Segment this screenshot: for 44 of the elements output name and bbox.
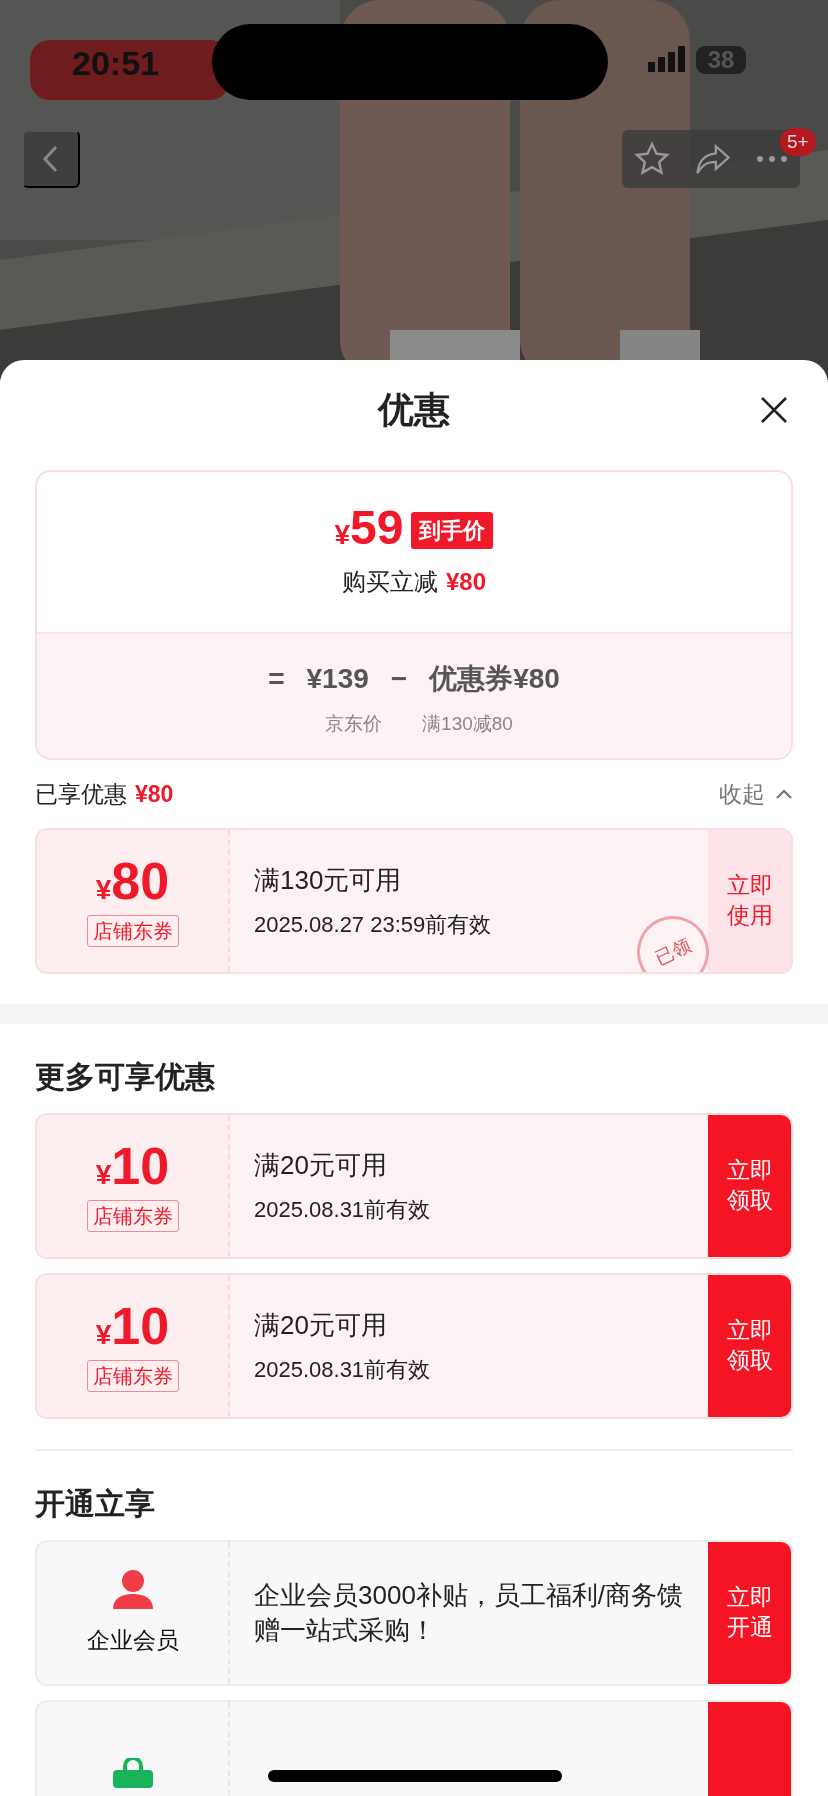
final-price: ¥59 [334,504,404,556]
discount-label: 购买立减 [341,567,438,597]
applied-value: ¥80 [135,779,174,809]
coupon-condition: 满20元可用 [254,1309,388,1342]
original-price: ¥139 [306,661,369,696]
activate-button[interactable]: 立即开通 [708,1542,791,1684]
membership-description: 企业会员3000补贴，员工福利/商务馈赠一站式采购！ [254,1578,684,1647]
signal-icon [648,46,688,72]
close-button[interactable] [760,396,788,424]
coupon-deduction: 优惠券¥80 [429,661,560,696]
status-time: 20:51 [72,43,159,84]
coupon-tag: 店铺东券 [86,915,179,947]
claim-button[interactable]: 立即领取 [708,1115,791,1257]
minus-sign: − [390,661,408,696]
coupon-condition: 满130元可用 [254,864,403,897]
coupon-amount: ¥10 [95,1140,170,1196]
section-title: 开通立享 [35,1486,156,1522]
coupon-tag: 店铺东券 [86,1360,179,1392]
coupon-tag: 店铺东券 [86,1200,179,1232]
price-caption: 京东价 [325,711,383,736]
back-button[interactable] [22,130,80,188]
coupon-amount: ¥80 [95,855,170,911]
coupon-amount: ¥10 [95,1300,170,1356]
use-button[interactable]: 立即使用 [708,830,791,972]
coupon-validity: 2025.08.31前有效 [254,1196,432,1224]
sheet-title: 优惠 [378,388,450,432]
coupon-validity: 2025.08.31前有效 [254,1356,432,1384]
equals-sign: = [268,661,285,696]
coupon-caption: 满130减80 [422,711,513,736]
shopping-bag-icon [110,1758,155,1788]
person-icon [110,1568,155,1611]
claim-button[interactable]: 立即领取 [708,1275,791,1417]
more-icon[interactable] [756,155,788,163]
discount-value: ¥80 [445,567,486,597]
section-title: 更多可享优惠 [35,1059,216,1095]
applied-label: 已享优惠 [35,779,127,809]
price-tag: 到手价 [411,511,494,549]
star-icon[interactable] [634,141,670,177]
coupon-validity: 2025.08.27 23:59前有效 [254,911,493,939]
share-icon[interactable] [694,142,732,176]
membership-name: 企业会员 [86,1625,179,1655]
chevron-icon [775,788,793,800]
coupon-condition: 满20元可用 [254,1149,388,1182]
collapse-toggle[interactable]: 收起 [719,776,793,812]
